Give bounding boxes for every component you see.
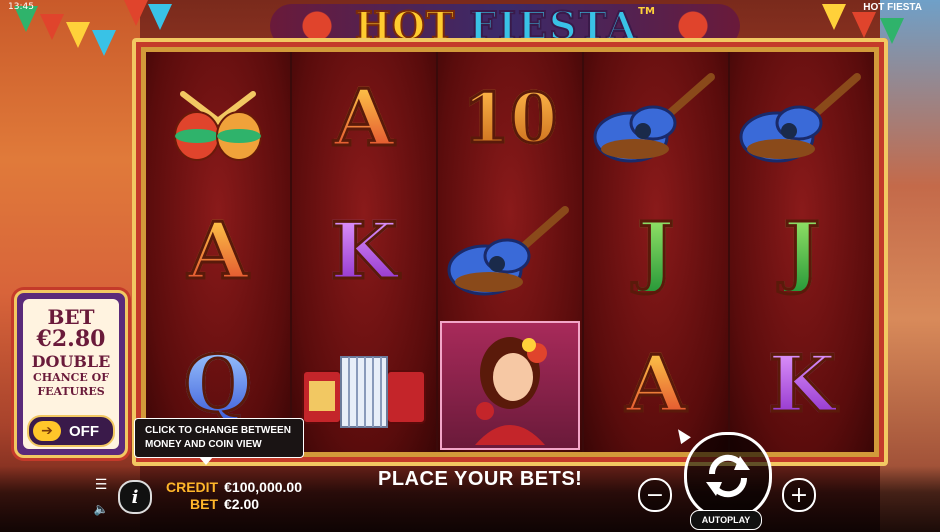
bunting-flag [92,30,116,56]
letter-symbol: A [624,339,688,431]
letter-symbol: A [186,205,250,297]
game-name-label: HOT FIESTA [863,2,922,13]
sound-icon[interactable]: 🔈 [92,502,110,516]
decrease-bet-button[interactable]: − [638,478,672,512]
bunting-flag [40,14,64,40]
reel-cell: K [730,319,874,452]
reel-cell [292,319,436,452]
reel-cell [146,52,290,185]
bunting-flag [148,4,172,30]
accordion-icon [302,356,426,429]
reel-cell [438,185,582,318]
reel-2: A K [292,52,436,452]
increase-bet-button[interactable]: + [782,478,816,512]
reel-cell: J [584,185,728,318]
guitar-icon [739,72,861,163]
menu-icon[interactable]: ☰ [92,477,110,493]
reel-cell: J [730,185,874,318]
reel-cell: K [292,185,436,318]
bet-panel-label: BET [47,305,95,329]
bet-display[interactable]: BET €2.00 [190,496,259,512]
reel-cell [730,52,874,185]
double-label: DOUBLE [31,352,111,372]
bunting-flag [852,12,876,38]
spin-button[interactable] [684,432,772,520]
letter-symbol: K [767,339,838,431]
reel-4: J A [584,52,728,452]
right-building [880,0,940,532]
info-button[interactable]: i [118,480,152,514]
double-chance-toggle[interactable]: ➔ OFF [27,415,115,447]
credit-label: CREDIT [166,479,219,495]
bet-value: €2.00 [224,496,260,512]
chance-of-features-label: CHANCE OF FEATURES [32,371,110,398]
toggle-state-label: OFF [69,422,99,440]
reel-cell: 10 [438,52,582,185]
status-message: PLACE YOUR BETS! [378,468,583,490]
spin-arrows-icon [706,454,750,498]
autoplay-button[interactable]: AUTOPLAY [690,510,762,530]
maracas-icon [174,90,262,161]
guitar-icon [447,205,569,296]
bet-panel-amount: €2.80 [36,326,106,352]
letter-symbol: A [332,72,396,164]
bunting-flag [822,4,846,30]
reel-grid: A Q A K 10 J A J K [146,52,874,452]
guitar-icon [593,72,715,163]
money-coin-tooltip: CLICK TO CHANGE BETWEEN MONEY AND COIN V… [134,418,304,465]
credit-value: €100,000.00 [224,479,302,495]
lady-portrait-icon [475,337,547,446]
reel-cell: A [146,185,290,318]
tooltip-line-2: MONEY AND COIN VIEW [145,439,262,450]
letter-symbol: Q [183,339,254,431]
tooltip-line-1: CLICK TO CHANGE BETWEEN [145,425,291,436]
reel-cell [584,52,728,185]
credit-display[interactable]: CREDIT €100,000.00 [166,479,302,495]
reel-cell: A [584,319,728,452]
letter-symbol: J [782,205,822,297]
bet-label: BET [190,496,218,512]
letter-symbol: J [636,205,676,297]
reel-1: A Q [146,52,290,452]
reel-5: J K [730,52,874,452]
reel-cell [438,319,582,452]
letter-symbol: K [329,205,400,297]
bunting-flag [124,0,148,26]
status-clock: 13:45 [8,2,34,12]
logo-tm-mark: TM [638,6,655,17]
reel-cell: A [292,52,436,185]
ten-symbol: 10 [461,78,559,159]
arrow-right-icon: ➔ [33,421,61,441]
lady-wild-icon [440,320,580,450]
double-chance-panel: BET €2.80 DOUBLE CHANCE OF FEATURES ➔ OF… [14,290,128,458]
bunting-flag [66,22,90,48]
reel-3: 10 [438,52,582,452]
